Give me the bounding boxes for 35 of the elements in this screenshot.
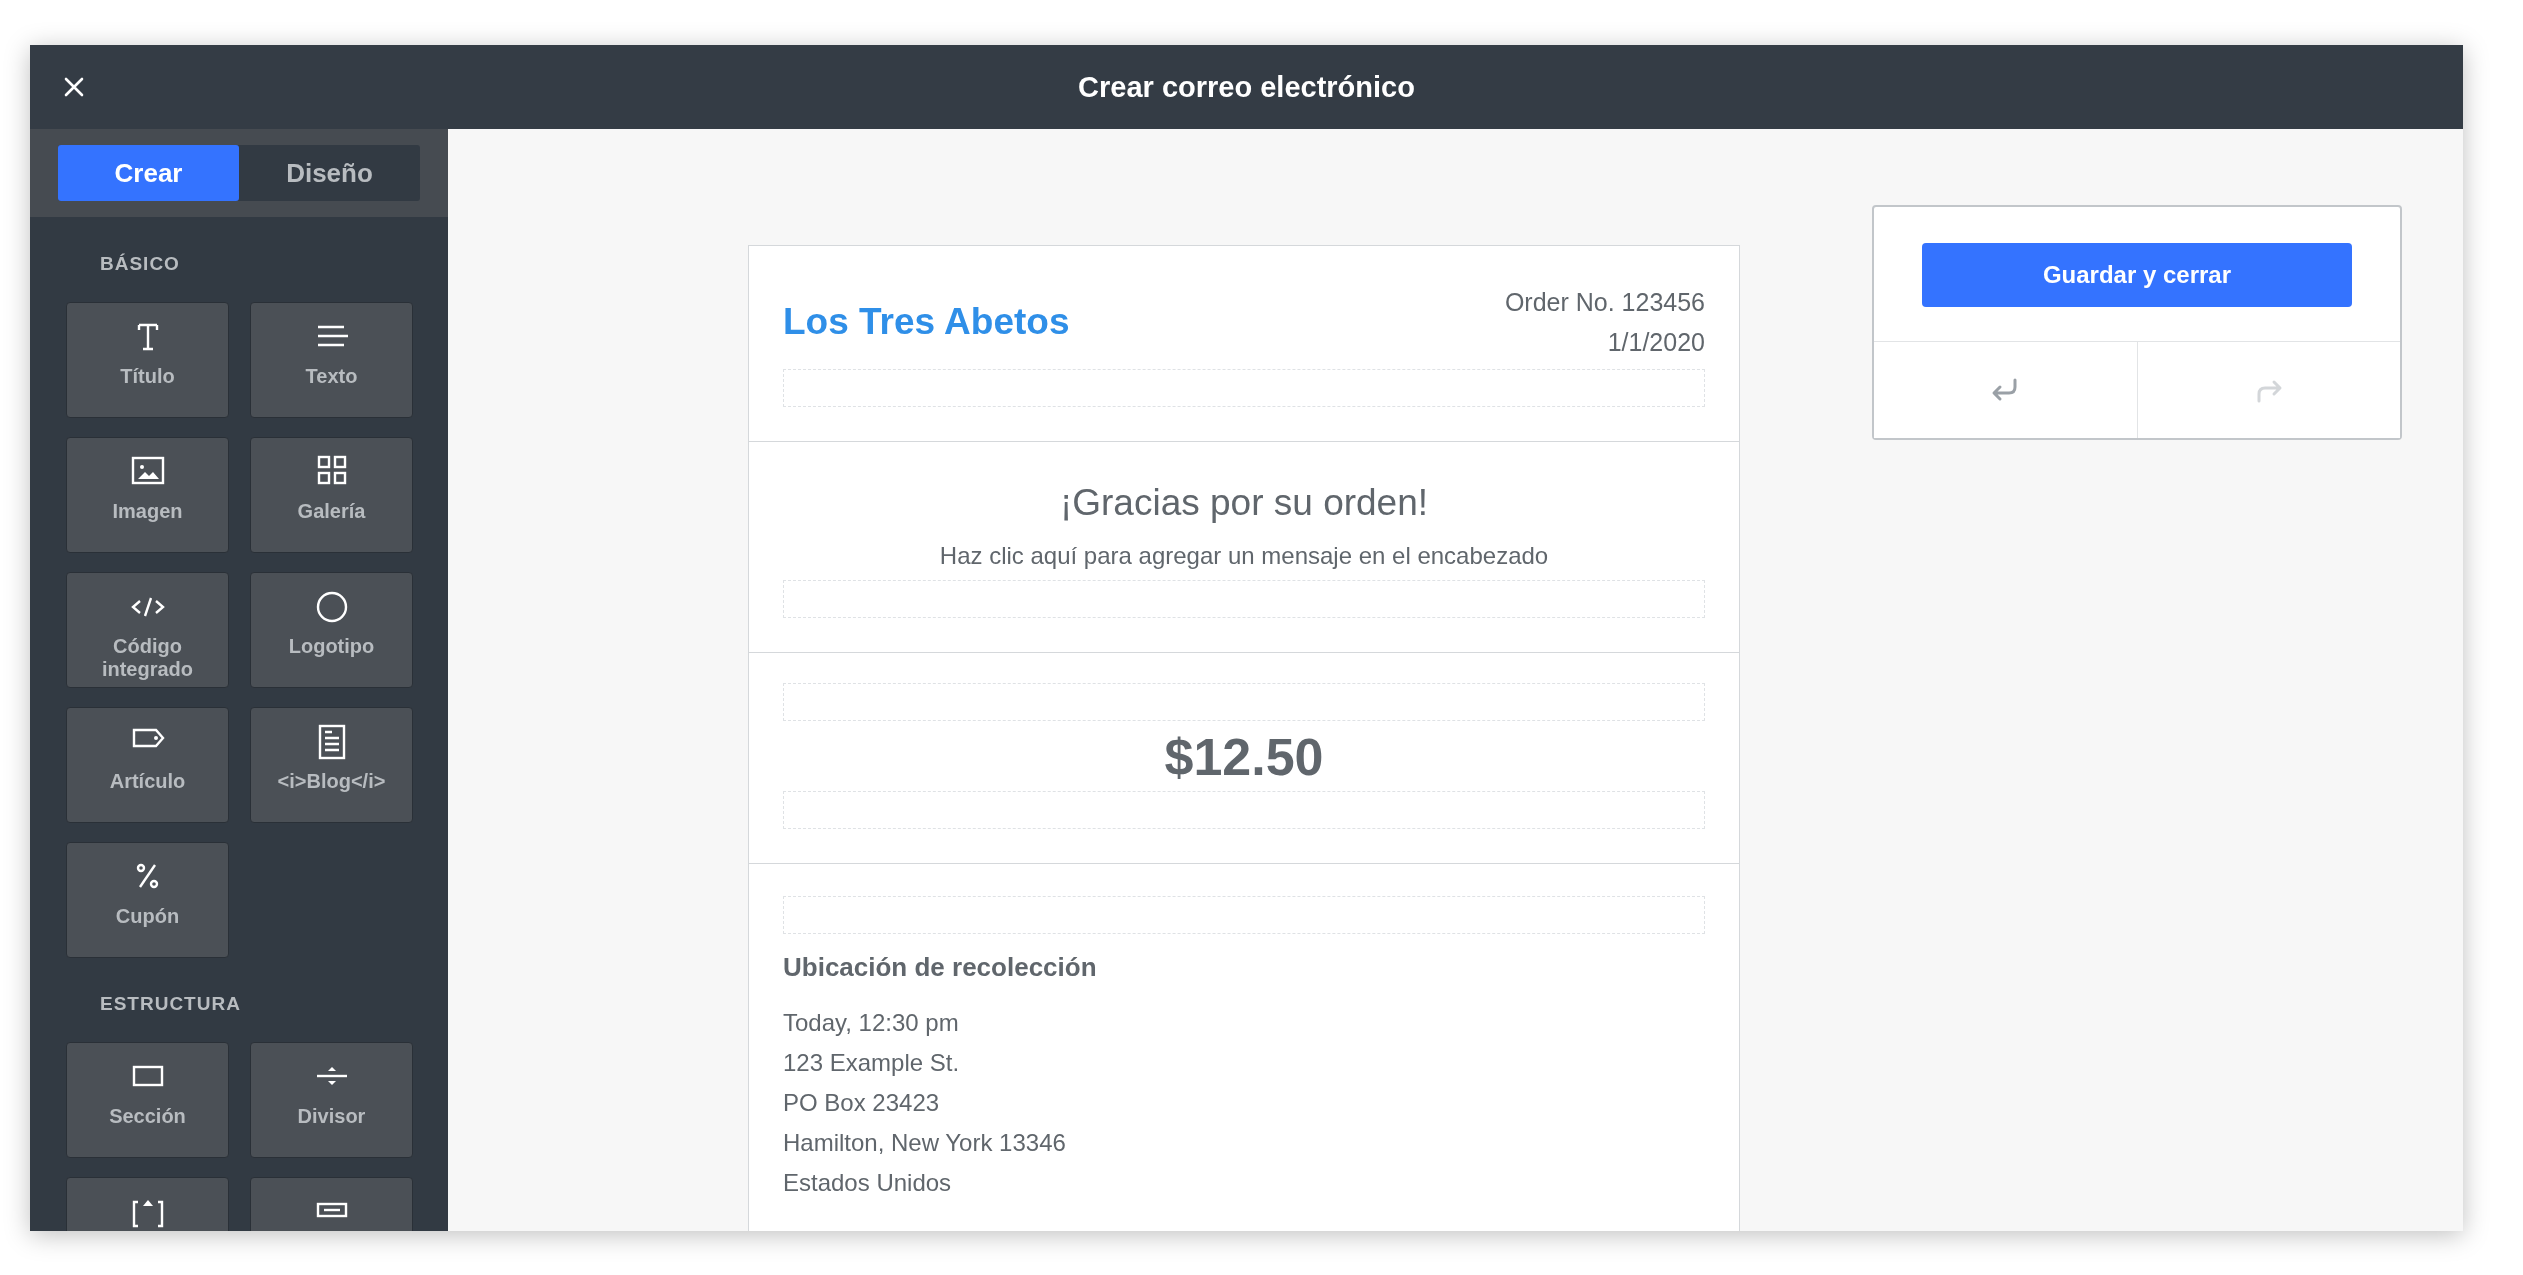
block-tile[interactable]: Divisor bbox=[250, 1042, 413, 1158]
section-heading: BÁSICO bbox=[100, 253, 181, 275]
block-tile[interactable]: Artículo bbox=[66, 707, 229, 823]
address-line: Estados Unidos bbox=[783, 1168, 953, 1198]
tab[interactable]: Crear bbox=[58, 145, 239, 201]
window-title: Crear correo electrónico bbox=[1078, 70, 1415, 104]
block-tile[interactable]: Sección bbox=[66, 1042, 229, 1158]
close-icon bbox=[63, 76, 85, 98]
address-line: PO Box 23423 bbox=[783, 1088, 941, 1118]
block-tile[interactable]: Cupón bbox=[66, 842, 229, 958]
drop-zone[interactable] bbox=[783, 580, 1705, 618]
greeting-heading: ¡Gracias por su orden! bbox=[1059, 482, 1429, 524]
block-tile[interactable]: <i>Blog</i> bbox=[250, 707, 413, 823]
pickup-heading: Ubicación de recolección bbox=[783, 952, 1098, 983]
block-tile[interactable]: Código integrado bbox=[66, 572, 229, 688]
block-tile[interactable]: Galería bbox=[250, 437, 413, 553]
address-line: Today, 12:30 pm bbox=[783, 1008, 960, 1038]
drop-zone[interactable] bbox=[783, 791, 1705, 829]
header-message[interactable]: Haz clic aquí para agregar un mensaje en el encabezado bbox=[939, 542, 1549, 570]
save-close-button[interactable]: Guardar y cerrar bbox=[1922, 243, 2352, 307]
order-number: Order No. 123456 bbox=[1504, 287, 1705, 318]
brand-name: Los Tres Abetos bbox=[783, 301, 1070, 343]
drop-zone[interactable] bbox=[783, 683, 1705, 721]
address-line: 123 Example St. bbox=[783, 1048, 961, 1078]
order-date: 1/1/2020 bbox=[1607, 327, 1705, 358]
block-tile[interactable]: Logotipo bbox=[250, 572, 413, 688]
drop-zone[interactable] bbox=[783, 369, 1705, 407]
drop-zone[interactable] bbox=[783, 896, 1705, 934]
block-tile[interactable]: Texto bbox=[250, 302, 413, 418]
section-heading: ESTRUCTURA bbox=[100, 993, 242, 1015]
block-tile[interactable]: Imagen bbox=[66, 437, 229, 553]
tab[interactable]: Diseño bbox=[239, 145, 420, 201]
order-total: $12.50 bbox=[1164, 727, 1324, 787]
block-tile[interactable]: Título bbox=[66, 302, 229, 418]
address-line: Hamilton, New York 13346 bbox=[783, 1128, 1067, 1158]
